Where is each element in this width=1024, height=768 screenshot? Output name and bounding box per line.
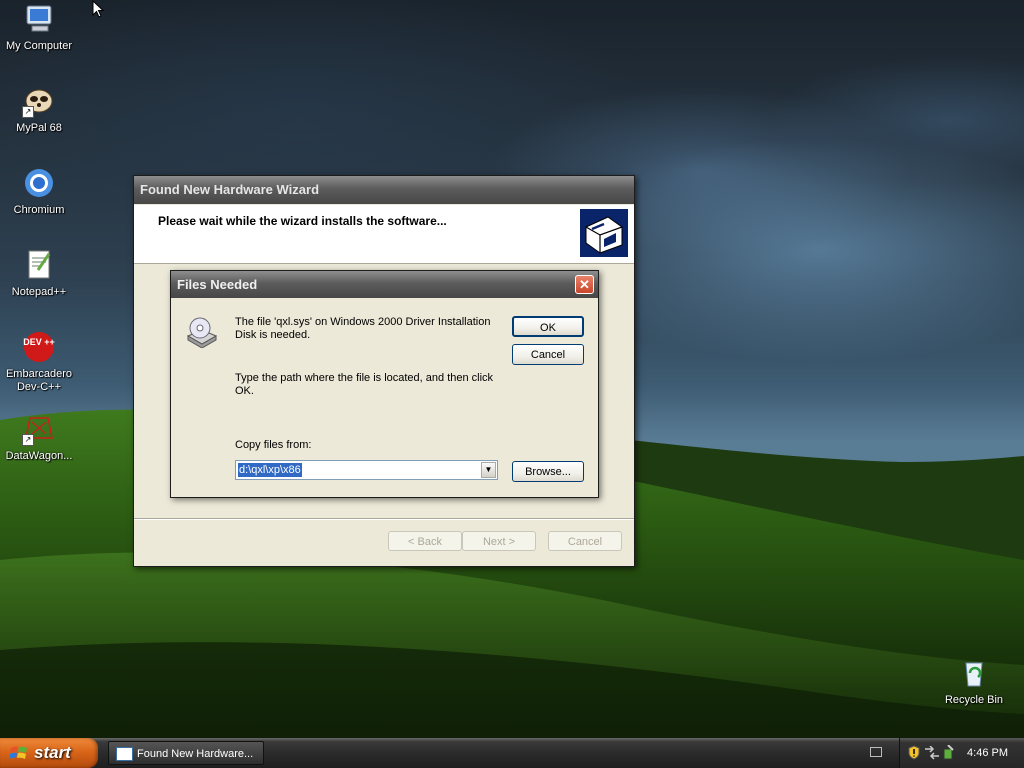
wizard-title: Found New Hardware Wizard <box>140 182 320 197</box>
security-shield-icon[interactable] <box>908 745 920 760</box>
recycle-bin-icon <box>957 656 991 690</box>
wizard-cancel-button[interactable]: Cancel <box>548 531 622 551</box>
wizard-separator <box>134 518 634 520</box>
taskbar-item-label: Found New Hardware... <box>137 748 254 760</box>
chevron-down-icon[interactable]: ▼ <box>481 462 496 478</box>
wizard-header-text: Please wait while the wizard installs th… <box>158 214 447 228</box>
desktop-icon-label: Recycle Bin <box>944 694 1004 706</box>
network-icon[interactable] <box>924 746 940 760</box>
chromium-icon <box>22 166 56 200</box>
desktop-icon-label: DataWagon... <box>5 450 73 462</box>
window-icon <box>116 747 133 761</box>
disk-drive-icon <box>185 314 219 349</box>
files-needed-titlebar[interactable]: Files Needed <box>171 271 598 298</box>
keyboard-icon[interactable] <box>870 747 882 757</box>
shortcut-arrow-icon: ↗ <box>22 106 34 118</box>
close-button[interactable]: ✕ <box>575 275 594 294</box>
copy-files-from-combobox[interactable]: d:\qxl\xp\x86 ▼ <box>235 460 498 480</box>
windows-flag-icon <box>10 746 27 759</box>
shortcut-arrow-icon: ↗ <box>22 434 34 446</box>
devcpp-icon: DEV ++ <box>22 330 56 364</box>
desktop-icon-datawagon[interactable]: ↗ DataWagon... <box>1 412 77 463</box>
taskbar: start Found New Hardware... 4:46 PM <box>0 738 1024 768</box>
wizard-header: Please wait while the wizard installs th… <box>134 205 634 264</box>
copy-files-label: Copy files from: <box>235 439 312 451</box>
mypal-icon: ↗ <box>22 84 56 118</box>
desktop-icon-recycle-bin[interactable]: Recycle Bin <box>936 656 1012 707</box>
file-needed-message: The file 'qxl.sys' on Windows 2000 Drive… <box>235 316 491 341</box>
desktop-icon-chromium[interactable]: Chromium <box>1 166 77 217</box>
clock: 4:46 PM <box>967 747 1008 759</box>
cancel-button[interactable]: Cancel <box>512 344 584 365</box>
taskbar-item-hardware-wizard[interactable]: Found New Hardware... <box>108 741 264 765</box>
desktop-icon-label-line1: Embarcadero <box>5 368 73 380</box>
ok-button[interactable]: OK <box>512 316 584 337</box>
my-computer-icon <box>22 2 56 36</box>
mouse-cursor-icon <box>92 0 104 18</box>
desktop-icon-label: Notepad++ <box>11 286 67 298</box>
start-label: start <box>34 743 71 762</box>
desktop-icon-label-line2: Dev-C++ <box>16 381 62 393</box>
devcpp-badge: DEV ++ <box>23 337 55 347</box>
hardware-wizard-icon <box>580 209 628 257</box>
desktop-icon-my-computer[interactable]: My Computer <box>1 2 77 53</box>
path-value[interactable]: d:\qxl\xp\x86 <box>238 463 302 477</box>
desktop-icon-label: My Computer <box>5 40 73 52</box>
desktop-icon-label: Chromium <box>13 204 65 216</box>
desktop-icon-devcpp[interactable]: DEV ++ Embarcadero Dev-C++ <box>1 330 77 394</box>
browse-button[interactable]: Browse... <box>512 461 584 482</box>
next-button[interactable]: Next > <box>462 531 536 551</box>
desktop-icon-mypal[interactable]: ↗ MyPal 68 <box>1 84 77 135</box>
files-needed-title: Files Needed <box>177 277 258 292</box>
files-needed-dialog: Files Needed ✕ The file 'qxl.sys' on Win… <box>170 270 599 498</box>
start-button[interactable]: start <box>0 738 98 768</box>
system-tray: 4:46 PM <box>899 738 1024 768</box>
path-instruction: Type the path where the file is located,… <box>235 372 494 397</box>
notepadpp-icon <box>22 248 56 282</box>
desktop-icon-notepadpp[interactable]: Notepad++ <box>1 248 77 299</box>
back-button[interactable]: < Back <box>388 531 462 551</box>
desktop-icon-label: MyPal 68 <box>16 122 62 134</box>
wizard-titlebar[interactable]: Found New Hardware Wizard <box>134 176 634 204</box>
datawagon-icon: ↗ <box>22 412 56 446</box>
safely-remove-hardware-icon[interactable] <box>942 745 956 760</box>
